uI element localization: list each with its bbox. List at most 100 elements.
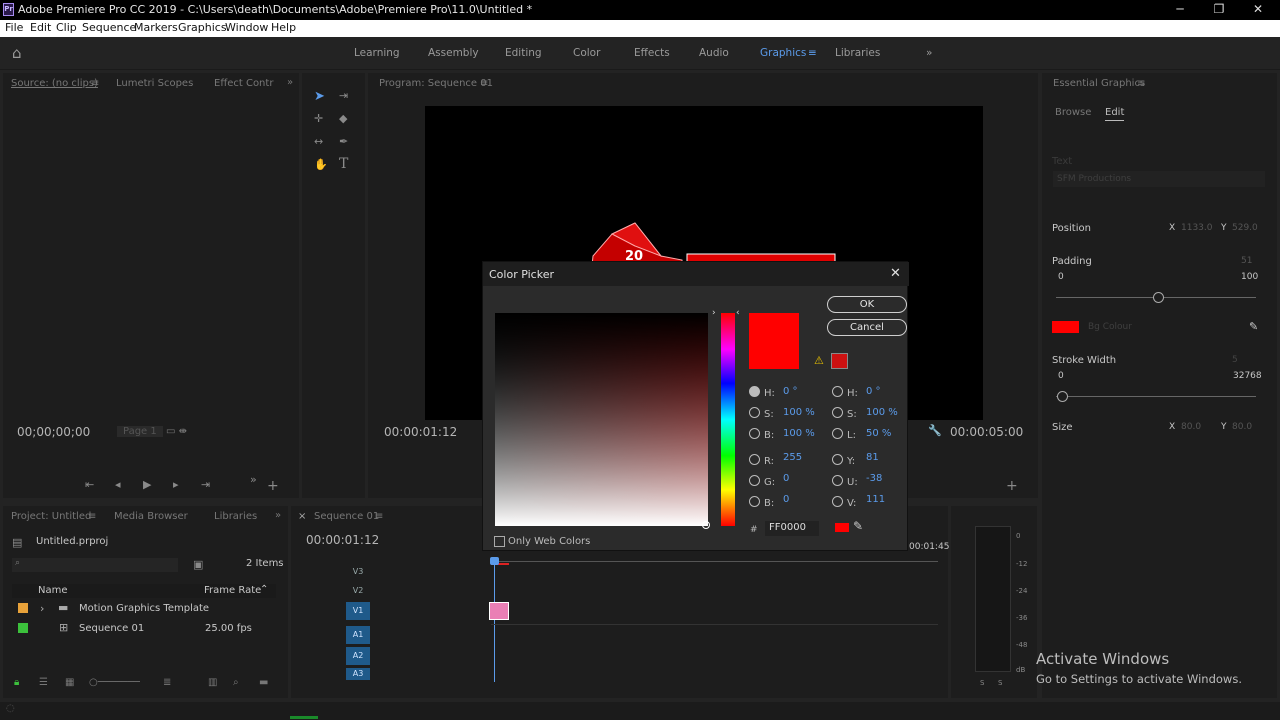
expand-chevron-icon[interactable]: › — [40, 602, 44, 615]
eg-menu-icon[interactable]: ≡ — [1137, 78, 1145, 89]
hsl-l-field[interactable]: 50 % — [866, 428, 891, 439]
menu-help[interactable]: Help — [271, 21, 296, 34]
tab-essential-graphics[interactable]: Essential Graphics — [1053, 78, 1145, 89]
gamut-warning-icon[interactable]: ⚠ — [814, 354, 824, 367]
project-search-input[interactable]: ⌕ — [12, 558, 178, 572]
tab-program[interactable]: Program: Sequence 01 — [379, 78, 493, 89]
bg-colour-swatch[interactable] — [1052, 321, 1079, 333]
step-forward-icon[interactable]: ⇥ — [201, 478, 210, 491]
fit-icon[interactable]: ▭ ⇼ — [166, 426, 187, 437]
padding-slider-knob[interactable] — [1153, 292, 1164, 303]
automate-icon[interactable]: ▥ — [208, 677, 217, 688]
minimize-icon[interactable]: ─ — [1170, 2, 1190, 18]
radio-hue[interactable] — [749, 386, 760, 397]
position-y-value[interactable]: 529.0 — [1232, 223, 1258, 233]
icon-view-icon[interactable]: ▦ — [65, 677, 74, 688]
radio-hsl-hue[interactable] — [832, 386, 843, 397]
position-x-value[interactable]: 1133.0 — [1181, 223, 1213, 233]
rgb-b-field[interactable]: 0 — [783, 494, 789, 505]
hsb-h-field[interactable]: 0 ° — [783, 386, 798, 397]
radio-v[interactable] — [832, 496, 843, 507]
source-timecode[interactable]: 00;00;00;00 — [17, 425, 90, 439]
rgb-r-field[interactable]: 255 — [783, 452, 802, 463]
yuv-y-field[interactable]: 81 — [866, 452, 879, 463]
more-workspaces-icon[interactable]: » — [926, 47, 932, 59]
workspace-graphics[interactable]: Graphics — [760, 47, 806, 59]
tab-libraries[interactable]: Libraries — [214, 511, 257, 522]
column-frame-rate[interactable]: Frame Rate — [204, 585, 261, 596]
stroke-slider-knob[interactable] — [1057, 391, 1068, 402]
more-controls-icon[interactable]: » — [250, 473, 257, 486]
tab-lumetri-scopes[interactable]: Lumetri Scopes — [116, 78, 193, 89]
dialog-eyedropper-icon[interactable]: ✎ — [853, 519, 863, 533]
saturation-brightness-field[interactable] — [495, 313, 710, 529]
solo-right-button[interactable]: S — [998, 679, 1002, 687]
solo-left-button[interactable]: S — [980, 679, 984, 687]
wrench-icon[interactable]: 🔧 — [928, 424, 942, 437]
tab-edit[interactable]: Edit — [1105, 107, 1125, 121]
yuv-v-field[interactable]: 111 — [866, 494, 885, 505]
workspace-effects[interactable]: Effects — [634, 47, 670, 59]
prev-frame-icon[interactable]: ◂ — [115, 478, 121, 491]
list-view-icon[interactable]: ☰ — [39, 677, 48, 688]
radio-brightness[interactable] — [749, 428, 760, 439]
rgb-g-field[interactable]: 0 — [783, 473, 789, 484]
pen-tool-icon[interactable]: ✒ — [339, 135, 348, 148]
radio-blue[interactable] — [749, 496, 760, 507]
find-icon[interactable]: ⌕ — [233, 677, 239, 688]
menu-graphics[interactable]: Graphics — [178, 21, 227, 34]
timeline-menu-icon[interactable]: ≡ — [375, 511, 383, 522]
menu-markers[interactable]: Markers — [134, 21, 178, 34]
sort-icons-icon[interactable]: ≣ — [163, 677, 171, 688]
type-tool-icon[interactable]: T — [339, 156, 348, 172]
restore-icon[interactable]: ❐ — [1209, 2, 1229, 18]
only-web-colors-checkbox[interactable] — [494, 536, 505, 547]
radio-hsl-lightness[interactable] — [832, 428, 843, 439]
panel-menu-icon[interactable]: ≡ — [91, 78, 99, 89]
tab-browse[interactable]: Browse — [1055, 107, 1091, 118]
track-a3[interactable]: A3 — [346, 668, 370, 680]
menu-sequence[interactable]: Sequence — [82, 21, 136, 34]
graphic-clip[interactable] — [489, 602, 509, 620]
radio-saturation[interactable] — [749, 407, 760, 418]
close-sequence-icon[interactable]: × — [298, 511, 306, 522]
radio-hsl-saturation[interactable] — [832, 407, 843, 418]
radio-u[interactable] — [832, 475, 843, 486]
ok-button[interactable]: OK — [827, 296, 907, 313]
cancel-button[interactable]: Cancel — [827, 319, 907, 336]
step-back-icon[interactable]: ⇤ — [85, 478, 94, 491]
selection-tool-icon[interactable]: ➤ — [314, 89, 325, 104]
hsb-b-field[interactable]: 100 % — [783, 428, 815, 439]
track-a1[interactable]: A1 — [346, 626, 370, 644]
new-bin-from-search-icon[interactable]: ▣ — [193, 558, 203, 571]
tab-sequence[interactable]: Sequence 01 — [314, 511, 379, 522]
play-icon[interactable]: ▶ — [143, 478, 151, 491]
yuv-u-field[interactable]: -38 — [866, 473, 882, 484]
project-more-tabs-icon[interactable]: » — [275, 510, 281, 521]
track-v2[interactable]: V2 — [346, 582, 370, 600]
hsl-h-field[interactable]: 0 ° — [866, 386, 881, 397]
track-select-tool-icon[interactable]: ⇥ — [339, 89, 348, 102]
timeline-timecode[interactable]: 00:00:01:12 — [306, 533, 379, 547]
hsl-s-field[interactable]: 100 % — [866, 407, 898, 418]
workspace-audio[interactable]: Audio — [699, 47, 729, 59]
padding-value[interactable]: 51 — [1241, 256, 1252, 266]
radio-y[interactable] — [832, 454, 843, 465]
razor-tool-icon[interactable]: ◆ — [339, 112, 347, 125]
stroke-slider-track[interactable] — [1056, 396, 1256, 397]
menu-file[interactable]: File — [5, 21, 23, 34]
label-color-swatch[interactable] — [18, 603, 28, 613]
playhead-handle[interactable] — [490, 557, 499, 565]
home-icon[interactable]: ⌂ — [12, 44, 22, 62]
text-field[interactable]: SFM Productions — [1053, 171, 1265, 187]
menu-clip[interactable]: Clip — [56, 21, 77, 34]
track-v1[interactable]: V1 — [346, 602, 370, 620]
tab-effect-controls[interactable]: Effect Contr — [214, 78, 273, 89]
ripple-edit-tool-icon[interactable]: ✛ — [314, 112, 323, 125]
workspace-color[interactable]: Color — [573, 47, 600, 59]
add-button-icon[interactable]: + — [267, 478, 279, 494]
workspace-learning[interactable]: Learning — [354, 47, 400, 59]
slip-tool-icon[interactable]: ↔ — [314, 135, 323, 148]
size-y-value[interactable]: 80.0 — [1232, 422, 1252, 432]
timeline-ruler[interactable] — [491, 561, 938, 562]
